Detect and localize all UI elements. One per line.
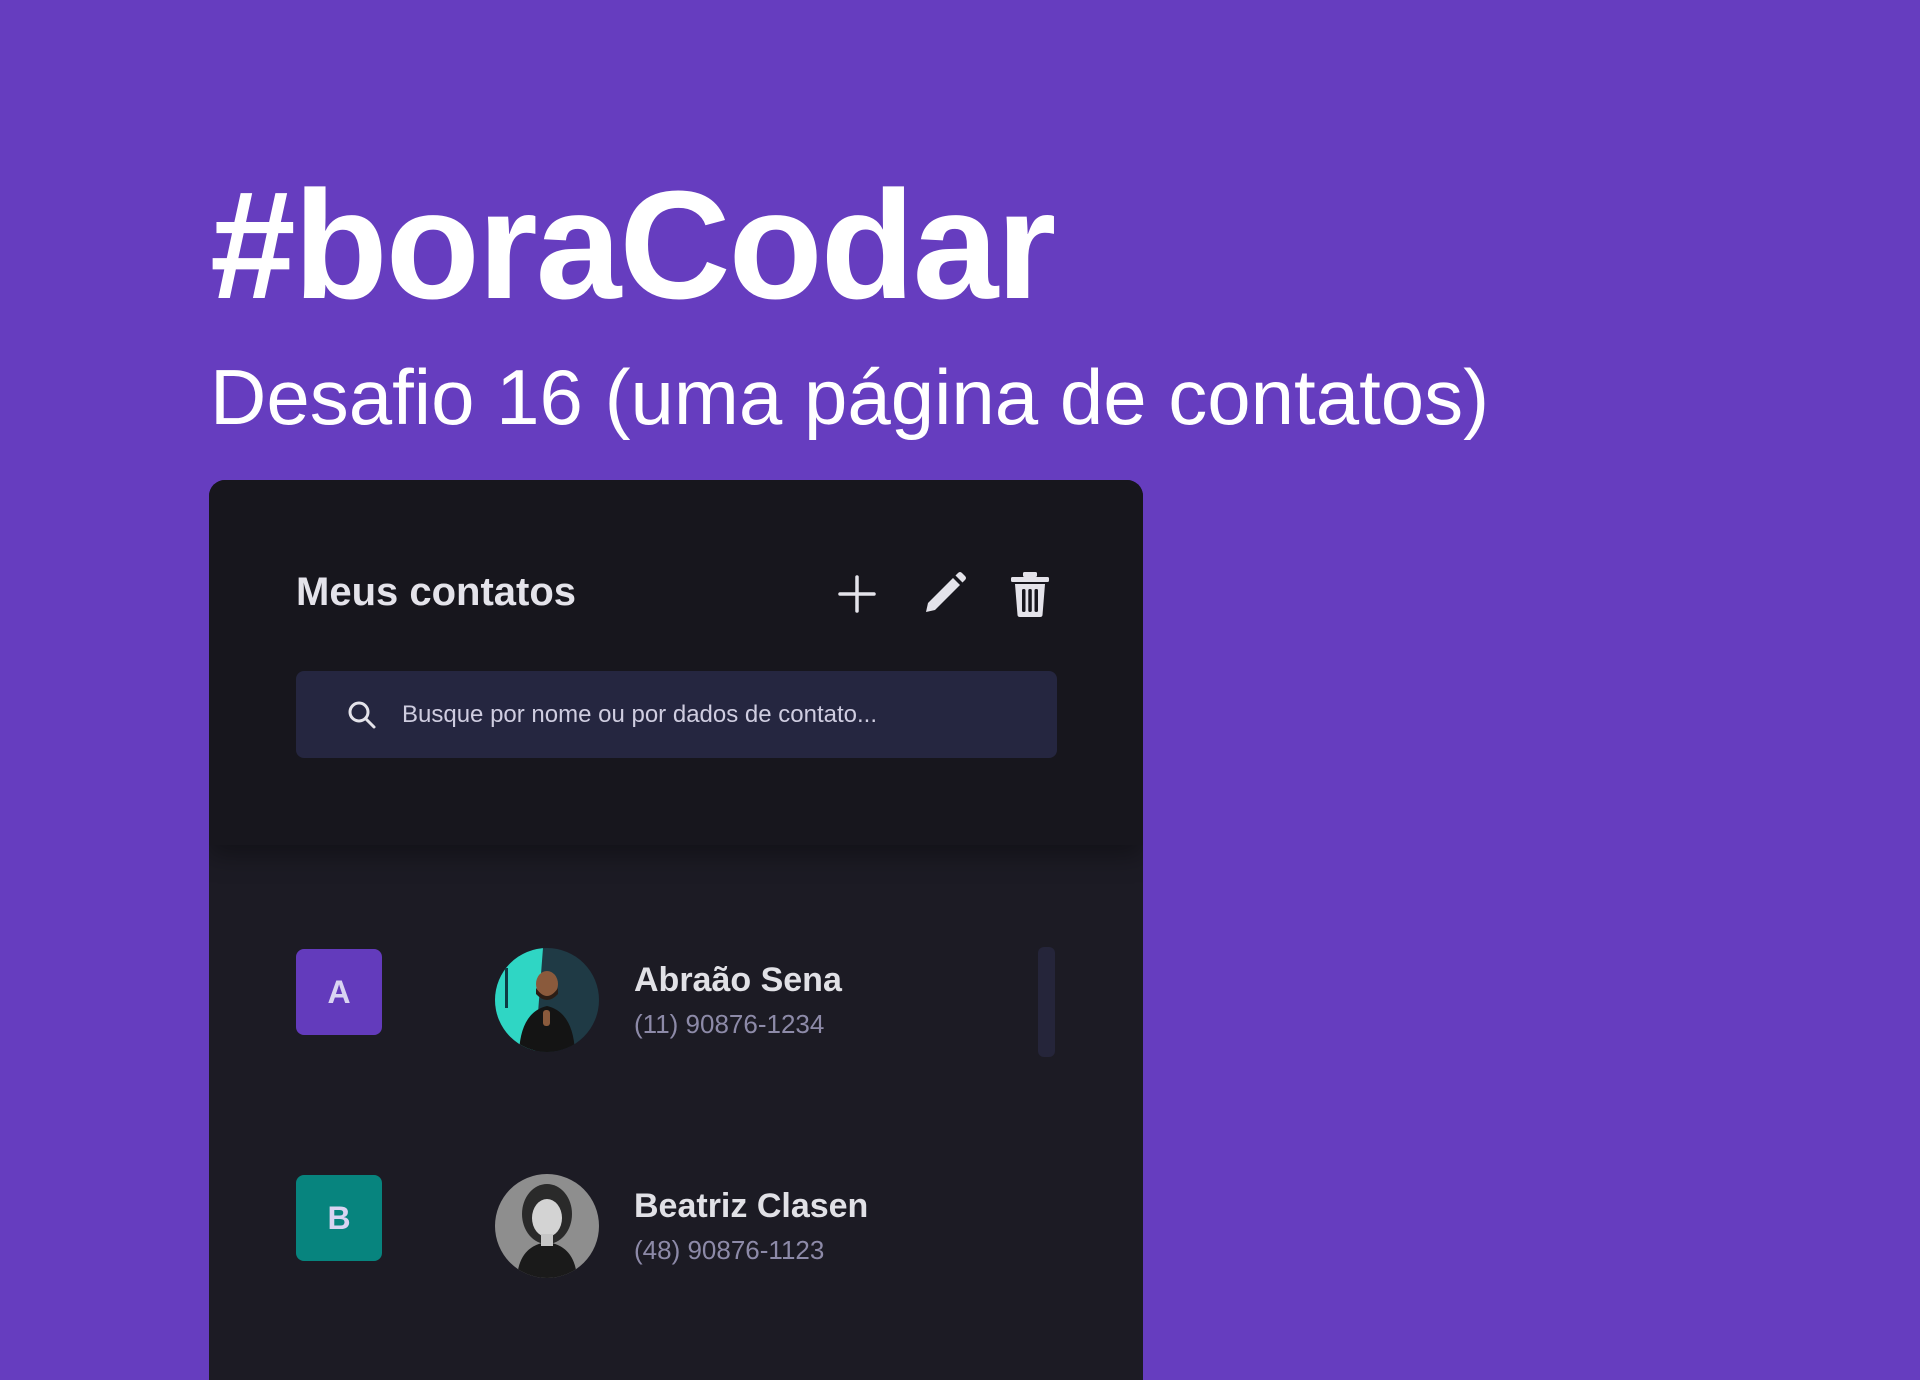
contact-row-abraao[interactable]: A Abraão Sena (11) 90876-1234 (209, 948, 1143, 1059)
delete-contact-button[interactable] (1004, 568, 1056, 620)
plus-icon (838, 575, 876, 613)
contact-name: Beatriz Clasen (634, 1187, 869, 1225)
page-subheadline: Desafio 16 (uma página de contatos) (210, 353, 1490, 441)
contact-name: Abraão Sena (634, 961, 842, 999)
search-icon (346, 699, 378, 731)
contact-phone: (48) 90876-1123 (634, 1235, 825, 1265)
group-letter-badge: B (296, 1175, 382, 1261)
pencil-icon (926, 572, 966, 612)
contact-phone: (11) 90876-1234 (634, 1009, 825, 1039)
scrollbar-thumb[interactable] (1038, 947, 1055, 1057)
contact-avatar (495, 1174, 599, 1278)
search-bar (296, 671, 1057, 758)
trash-icon (1011, 572, 1049, 617)
panel-title: Meus contatos (296, 570, 577, 614)
contact-row-beatriz[interactable]: B Beatriz Clasen (48) 90876-1123 (209, 1174, 1143, 1285)
page-headline: #boraCodar (210, 159, 1056, 331)
contacts-panel: Meus contatos Busque por nome ou por dad… (209, 480, 1143, 1380)
search-input[interactable] (402, 671, 1022, 758)
add-contact-button[interactable] (831, 568, 883, 620)
panel-header: Meus contatos (209, 480, 1143, 845)
group-letter-badge: A (296, 949, 382, 1035)
contact-avatar (495, 948, 599, 1052)
edit-contact-button[interactable] (918, 568, 970, 620)
